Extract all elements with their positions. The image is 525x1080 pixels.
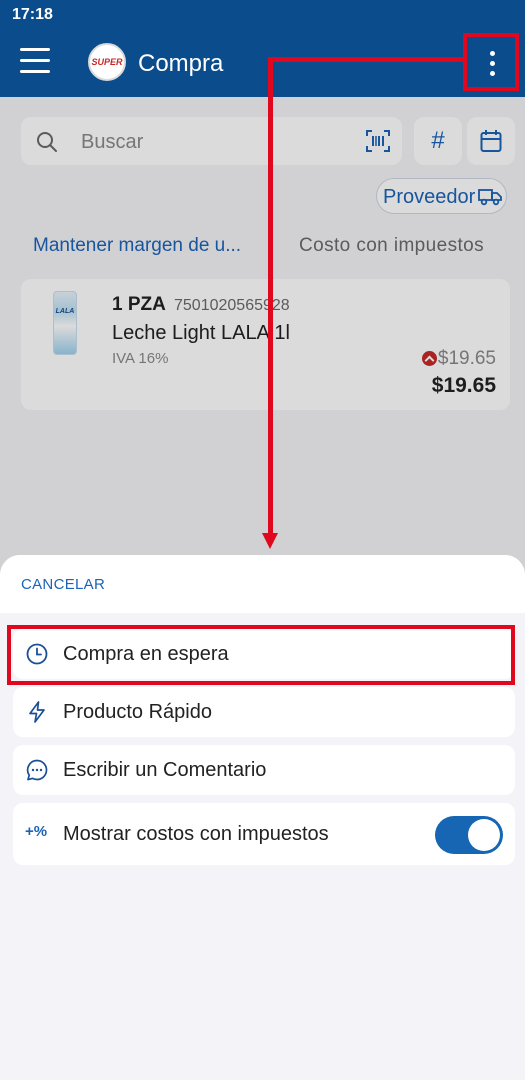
show-tax-costs-label: Mostrar costos con impuestos [63, 823, 329, 845]
toggle-knob [468, 819, 500, 851]
options-bottom-sheet: CANCELAR Compra en espera Producto Rápid… [0, 555, 525, 1080]
cancel-button[interactable]: CANCELAR [21, 576, 105, 593]
page-title: Compra [138, 50, 224, 77]
store-logo: SUPER [88, 43, 126, 81]
annotation-arrow-head [262, 533, 278, 549]
status-bar: 17:18 [0, 0, 525, 29]
percent-icon: +% [25, 823, 48, 840]
app-bar: SUPER Compra [0, 29, 525, 97]
status-time: 17:18 [12, 6, 53, 23]
sheet-header: CANCELAR [0, 555, 525, 613]
comment-icon [26, 759, 48, 781]
write-comment-option[interactable]: Escribir un Comentario [13, 745, 515, 795]
purchase-screen: 17:18 SUPER Compra Buscar # Proveedor Ma… [0, 0, 525, 1080]
annotation-highlight-more [463, 33, 519, 91]
annotation-arrow-horizontal [268, 57, 465, 62]
quick-product-option[interactable]: Producto Rápido [13, 687, 515, 737]
logo-text: SUPER [91, 57, 123, 67]
show-tax-costs-option[interactable]: +% Mostrar costos con impuestos [13, 803, 515, 865]
write-comment-label: Escribir un Comentario [63, 759, 267, 781]
bolt-icon [29, 701, 45, 723]
show-tax-costs-toggle[interactable] [435, 816, 503, 854]
quick-product-label: Producto Rápido [63, 701, 212, 723]
annotation-arrow-vertical [268, 57, 273, 535]
hamburger-menu-icon[interactable] [20, 48, 52, 76]
annotation-highlight-option [7, 625, 515, 685]
